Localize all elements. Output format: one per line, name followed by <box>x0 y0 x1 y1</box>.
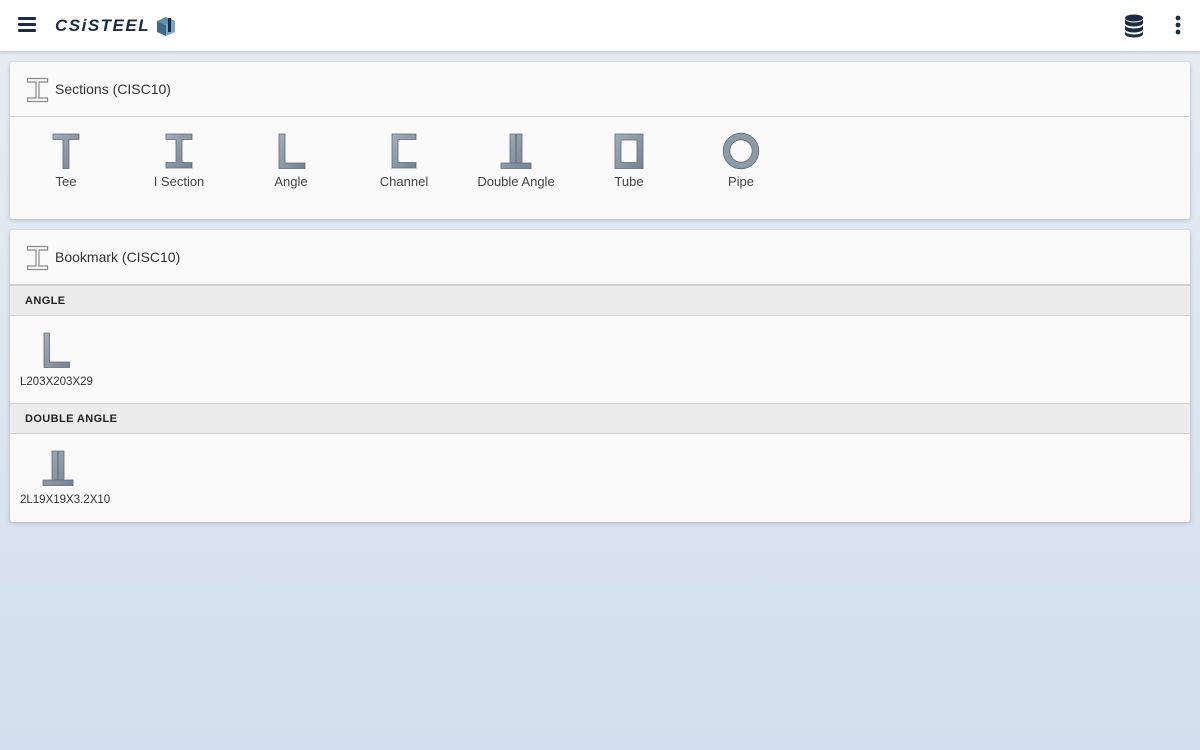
bookmark-header: Bookmark (CISC10) <box>10 230 1190 285</box>
i-section-tile[interactable]: I Section <box>124 131 234 195</box>
tube-section-label: Tube <box>614 174 644 189</box>
i-beam-icon <box>26 245 49 271</box>
hamburger-icon[interactable] <box>14 11 42 39</box>
tube-section-icon <box>614 133 644 169</box>
channel-section-icon <box>391 133 417 169</box>
sections-header: Sections (CISC10) <box>10 62 1190 117</box>
bookmark-item-double-angle[interactable]: 2L19X19X3.2X10 <box>10 448 130 518</box>
app-logo: CSiSTEEL <box>55 14 177 38</box>
pipe-section-icon <box>722 132 760 170</box>
logo-cube-icon <box>157 17 176 36</box>
channel-section-tile[interactable]: Channel <box>349 131 459 195</box>
app-bar: CSiSTEEL <box>0 0 1200 52</box>
i-beam-icon <box>26 77 49 103</box>
double-angle-section-label: Double Angle <box>477 174 555 189</box>
double-angle-section-icon <box>42 450 74 486</box>
tee-section-label: Tee <box>55 174 77 189</box>
group-header-label: DOUBLE ANGLE <box>25 413 118 425</box>
more-vertical-icon[interactable] <box>1168 13 1188 39</box>
angle-section-icon <box>43 332 70 368</box>
bookmark-item-label: L203X203X29 <box>20 376 93 388</box>
pipe-section-label: Pipe <box>727 174 755 189</box>
group-header-label: ANGLE <box>25 295 66 307</box>
logo-text: CSiSTEEL <box>55 16 151 35</box>
tube-section-tile[interactable]: Tube <box>574 131 684 195</box>
double-angle-section-tile[interactable]: Double Angle <box>461 131 571 195</box>
bookmark-title: Bookmark (CISC10) <box>55 249 181 265</box>
angle-section-icon <box>278 133 306 169</box>
group-header-angle: ANGLE <box>10 285 1190 316</box>
sections-title: Sections (CISC10) <box>55 81 171 97</box>
i-section-icon <box>165 133 193 169</box>
i-section-label: I Section <box>153 174 205 189</box>
tee-section-icon <box>52 133 80 169</box>
angle-section-label: Angle <box>274 174 308 189</box>
bookmark-card: Bookmark (CISC10) ANGLE L203X203X29 DOUB… <box>10 230 1190 522</box>
tee-section-tile[interactable]: Tee <box>11 131 121 195</box>
database-icon[interactable] <box>1122 13 1146 39</box>
group-header-double-angle: DOUBLE ANGLE <box>10 403 1190 434</box>
pipe-section-tile[interactable]: Pipe <box>686 131 796 195</box>
channel-section-label: Channel <box>379 174 429 189</box>
angle-section-tile[interactable]: Angle <box>236 131 346 195</box>
double-angle-section-icon <box>500 133 532 169</box>
bookmark-item-label: 2L19X19X3.2X10 <box>20 494 111 506</box>
sections-card: Sections (CISC10) Tee I Section Angle Ch… <box>10 62 1190 219</box>
bookmark-item-angle[interactable]: L203X203X29 <box>10 330 130 400</box>
